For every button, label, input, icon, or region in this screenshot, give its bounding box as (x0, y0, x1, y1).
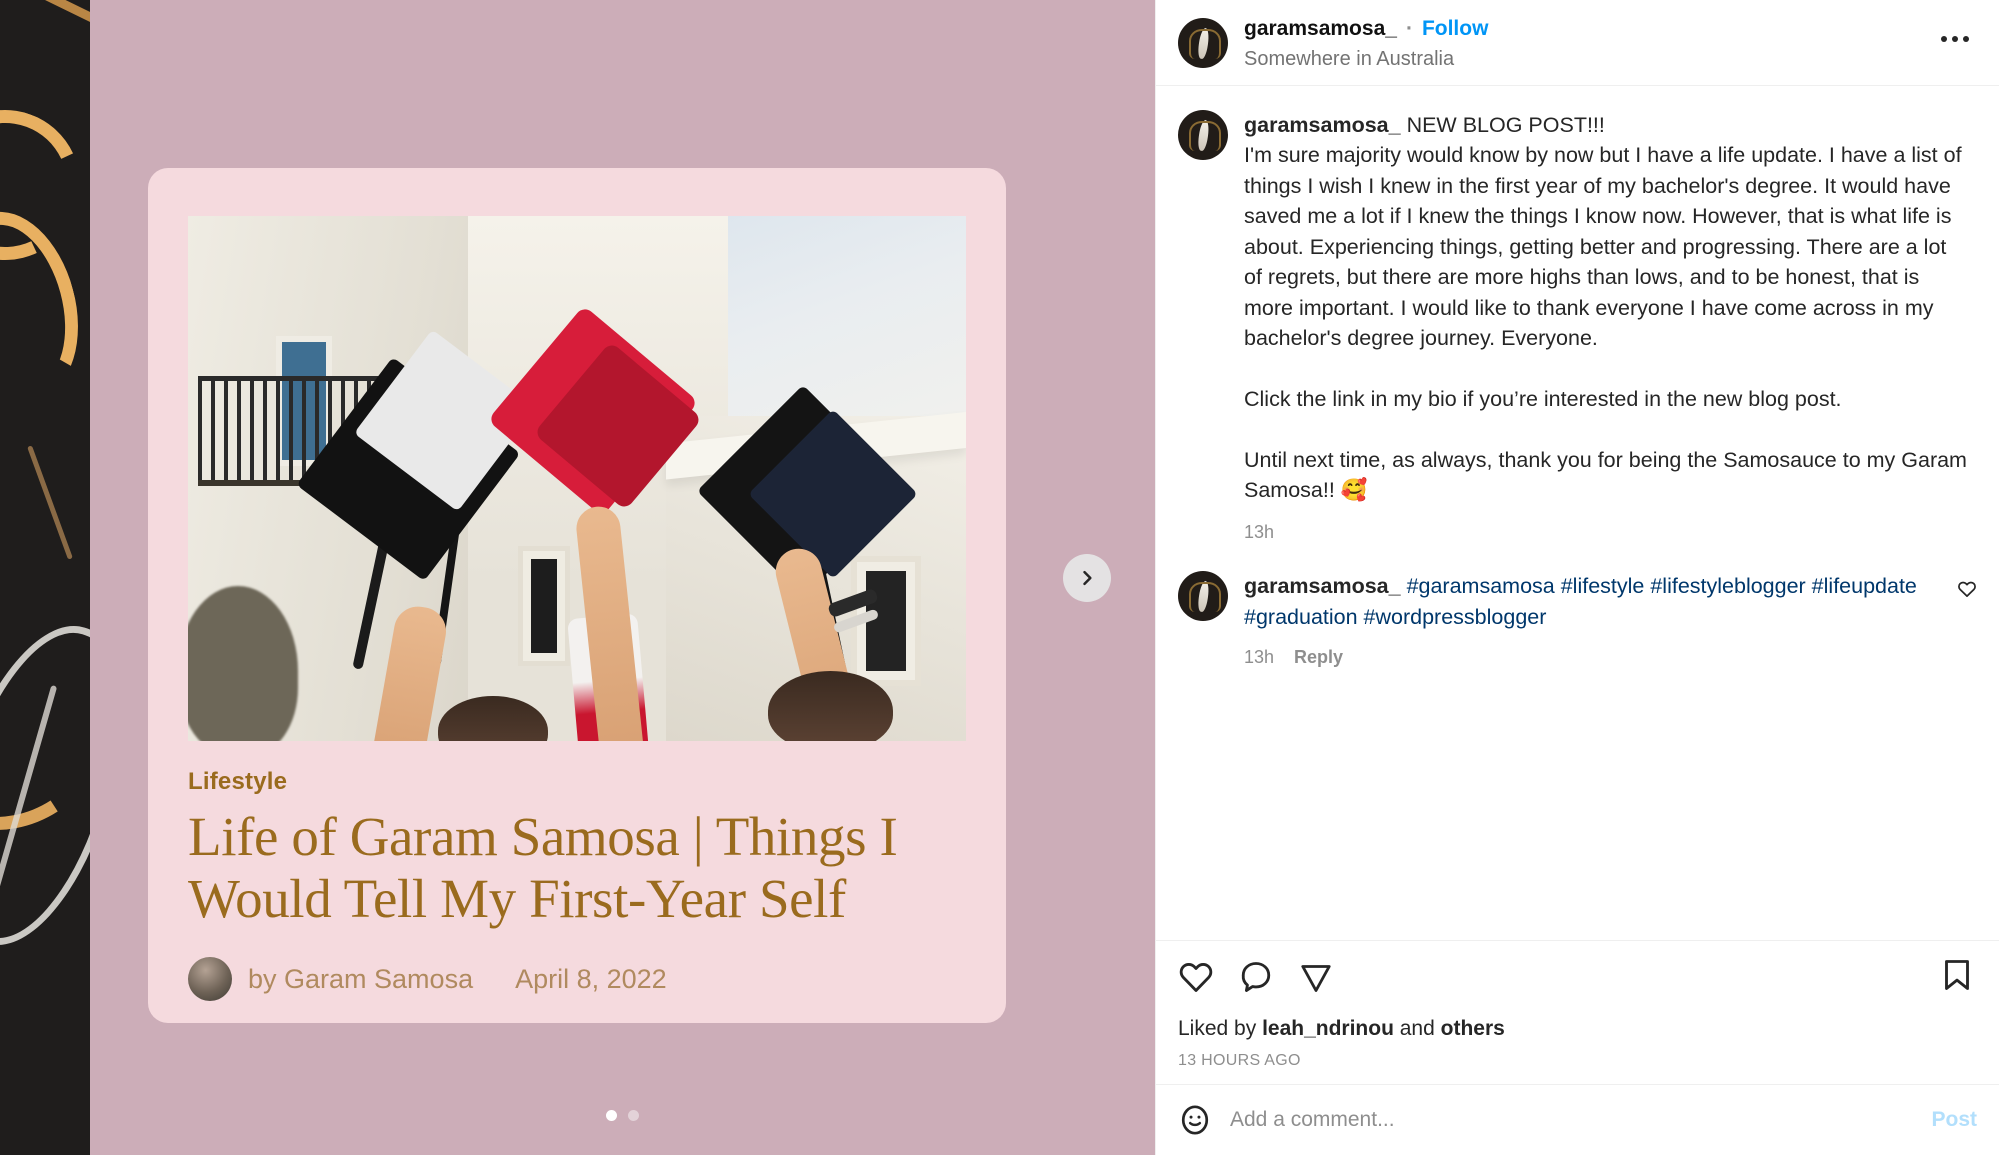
heart-icon (1179, 963, 1213, 992)
carousel-dots (90, 1110, 1155, 1121)
blog-author-avatar (188, 957, 232, 1002)
media-pane: Lifestyle Life of Garam Samosa | Things … (0, 0, 1155, 1155)
post-location[interactable]: Somewhere in Australia (1244, 48, 1488, 71)
post-timestamp: 13 HOURS AGO (1178, 1052, 1301, 1069)
comment-timestamp: 13h (1244, 646, 1275, 667)
post-actions-section: Liked by leah_ndrinou and others 13 HOUR… (1156, 940, 1999, 1084)
liked-by-middle: and (1393, 1017, 1441, 1040)
bookmark-icon (1945, 959, 1969, 990)
post-header-meta: garamsamosa_ · Follow Somewhere in Austr… (1244, 18, 1488, 71)
photo-window (518, 546, 570, 666)
liked-by-text: Liked by leah_ndrinou and others (1178, 1017, 1977, 1041)
comment-like-button[interactable] (1957, 579, 1977, 604)
avatar[interactable] (1178, 110, 1228, 160)
liked-by-username[interactable]: leah_ndrinou (1262, 1017, 1394, 1040)
instagram-post-view: Lifestyle Life of Garam Samosa | Things … (0, 0, 1999, 1155)
liked-by-others[interactable]: others (1441, 1017, 1505, 1040)
smiley-face-icon (1181, 1105, 1209, 1135)
blog-category-label: Lifestyle (188, 768, 288, 795)
more-options-icon[interactable] (1941, 36, 1969, 42)
comment-item: garamsamosa_ #garamsamosa #lifestyle #li… (1156, 543, 1999, 667)
carousel-next-button[interactable] (1063, 553, 1111, 602)
backdrop-stroke (27, 445, 73, 560)
follow-button[interactable]: Follow (1422, 18, 1489, 39)
caption-username[interactable]: garamsamosa_ (1244, 113, 1401, 137)
caption-body: garamsamosa_ NEW BLOG POST!!! I'm sure ma… (1244, 110, 1977, 543)
like-button[interactable] (1178, 959, 1214, 995)
caption-text: garamsamosa_ NEW BLOG POST!!! I'm sure ma… (1244, 110, 1969, 505)
post-details-panel: garamsamosa_ · Follow Somewhere in Austr… (1155, 0, 1999, 1155)
post-header-row: garamsamosa_ · Follow (1244, 18, 1488, 39)
blog-title: Life of Garam Samosa | Things I Would Te… (188, 806, 898, 929)
post-action-bar (1178, 959, 1977, 995)
comment-reply-button[interactable]: Reply (1294, 647, 1343, 668)
comment-bubble-icon (1241, 962, 1271, 992)
comment-footer: 13h Reply (1244, 647, 1929, 668)
add-comment-input[interactable] (1230, 1108, 1914, 1132)
comment-text: garamsamosa_ #garamsamosa #lifestyle #li… (1244, 571, 1929, 632)
comment-button[interactable] (1238, 959, 1274, 995)
comment-body: garamsamosa_ #garamsamosa #lifestyle #li… (1244, 571, 1977, 667)
blog-publish-date: April 8, 2022 (515, 963, 667, 994)
graduation-photo (188, 216, 966, 741)
caption-timestamp: 13h (1244, 522, 1275, 543)
heart-icon (1958, 582, 1976, 598)
blog-post-card: Lifestyle Life of Garam Samosa | Things … (148, 168, 1006, 1023)
caption-headline: NEW BLOG POST!!! (1406, 113, 1605, 137)
liked-by-prefix: Liked by (1178, 1017, 1263, 1040)
photo-person-head (768, 671, 893, 741)
post-comment-button[interactable]: Post (1931, 1108, 1977, 1132)
caption-entry: garamsamosa_ NEW BLOG POST!!! I'm sure ma… (1156, 86, 1999, 543)
share-paper-plane-icon (1301, 965, 1331, 992)
avatar[interactable] (1178, 571, 1228, 622)
carousel-slide: Lifestyle Life of Garam Samosa | Things … (90, 0, 1155, 1155)
blog-card-text: Lifestyle Life of Garam Samosa | Things … (188, 768, 966, 1002)
chevron-right-icon (1083, 570, 1092, 585)
post-author-username[interactable]: garamsamosa_ (1244, 18, 1397, 39)
separator-dot: · (1405, 17, 1413, 40)
blog-byline: by Garam Samosa April 8, 2022 (188, 957, 966, 1002)
post-header: garamsamosa_ · Follow Somewhere in Austr… (1156, 0, 1999, 86)
save-button[interactable] (1939, 957, 1975, 998)
blog-author-name: by Garam Samosa (248, 963, 474, 994)
comments-scroll-area[interactable]: garamsamosa_ NEW BLOG POST!!! I'm sure ma… (1156, 86, 1999, 940)
share-button[interactable] (1298, 959, 1334, 995)
comment-username[interactable]: garamsamosa_ (1244, 574, 1401, 598)
avatar[interactable] (1178, 18, 1228, 68)
add-comment-bar: Post (1156, 1084, 1999, 1155)
emoji-picker-button[interactable] (1178, 1103, 1212, 1137)
carousel-dot-2[interactable] (628, 1110, 639, 1121)
carousel-dot-1[interactable] (606, 1110, 617, 1121)
caption-body-text: I'm sure majority would know by now but … (1244, 143, 1967, 503)
